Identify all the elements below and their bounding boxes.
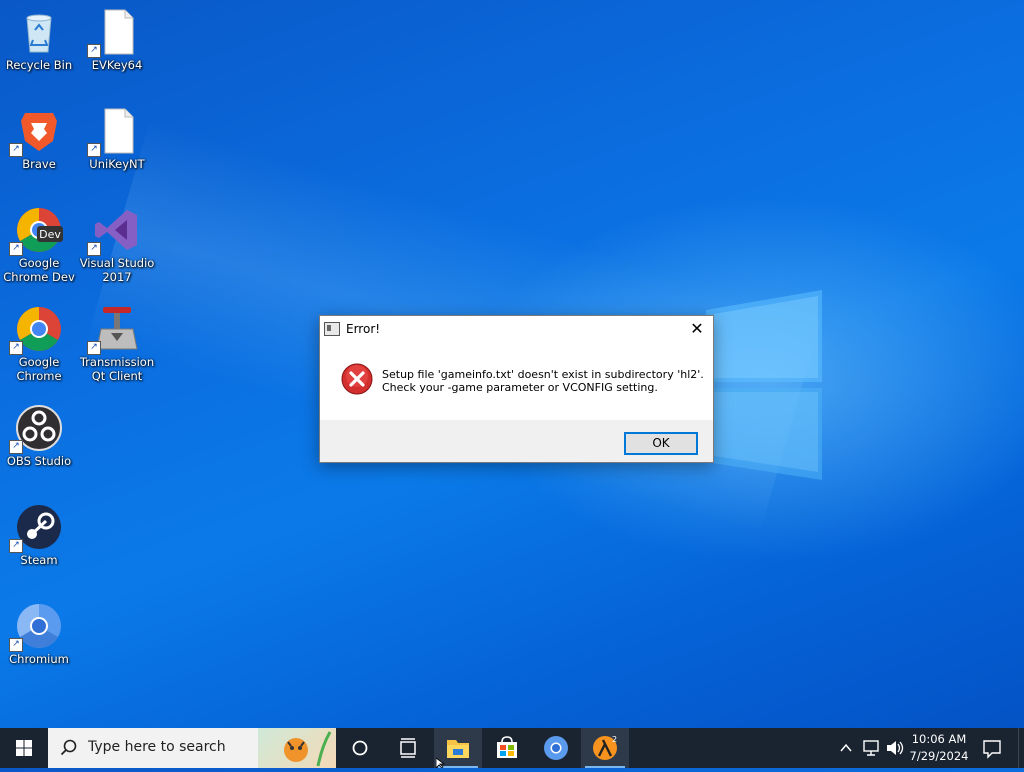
desktop-icon-unikeynt[interactable]: ↗ UniKeyNT: [79, 107, 155, 171]
desktop-icon-chromium[interactable]: ↗ Chromium: [1, 602, 77, 666]
desktop-icon-visual-studio-2017[interactable]: ↗ Visual Studio 2017: [79, 206, 155, 284]
chromium-icon: ↗: [9, 602, 63, 652]
file-icon: ↗: [87, 107, 141, 157]
steam-icon: ↗: [9, 503, 63, 553]
speaker-icon: [887, 741, 904, 755]
message-line-2: Check your -game parameter or VCONFIG se…: [382, 381, 658, 394]
task-view-button[interactable]: [384, 728, 432, 768]
microsoft-store-icon: [497, 736, 517, 758]
start-button[interactable]: [0, 728, 48, 768]
search-highlight-tiger-image: [258, 728, 336, 768]
file-icon: ↗: [87, 8, 141, 58]
search-icon: [60, 739, 77, 756]
desktop-icon-recycle-bin[interactable]: Recycle Bin: [1, 8, 77, 72]
dialog-message: Setup file 'gameinfo.txt' doesn't exist …: [382, 368, 704, 394]
icon-label: UniKeyNT: [89, 157, 145, 171]
close-icon: ✕: [690, 319, 704, 338]
dialog-body: Setup file 'gameinfo.txt' doesn't exist …: [320, 342, 713, 420]
icon-label: Recycle Bin: [5, 58, 73, 72]
chevron-up-icon: [840, 743, 852, 752]
action-center-button[interactable]: [978, 728, 1006, 768]
mouse-cursor-icon: [436, 758, 446, 768]
desktop-icon-evkey64[interactable]: ↗ EVKey64: [79, 8, 155, 72]
chrome-icon: ↗: [9, 305, 63, 355]
windows-logo-wallpaper: [706, 290, 822, 480]
brave-icon: ↗: [9, 107, 63, 157]
error-dialog: Error! ✕ Setup file 'gameinfo.txt' doesn…: [319, 315, 714, 463]
svg-text:2: 2: [612, 735, 617, 744]
search-placeholder: Type here to search: [88, 739, 226, 755]
taskbar-clock[interactable]: 10:06 AM 7/29/2024: [906, 731, 972, 765]
notification-icon: [983, 740, 1001, 759]
clock-date: 7/29/2024: [909, 749, 969, 763]
shortcut-arrow-icon: ↗: [87, 341, 101, 355]
transmission-icon: ↗: [87, 305, 141, 355]
cortana-circle-icon: [352, 740, 368, 756]
icon-label: Google Chrome: [16, 355, 62, 383]
desktop-icon-brave[interactable]: ↗ Brave: [1, 107, 77, 171]
shortcut-arrow-icon: ↗: [87, 242, 101, 256]
dialog-footer: OK: [320, 420, 713, 462]
shortcut-arrow-icon: ↗: [9, 143, 23, 157]
taskbar-microsoft-store[interactable]: [483, 728, 531, 768]
app-window-icon: [324, 322, 340, 336]
shortcut-arrow-icon: ↗: [9, 341, 23, 355]
message-line-1: Setup file 'gameinfo.txt' doesn't exist …: [382, 368, 704, 381]
network-button[interactable]: [860, 728, 882, 768]
chrome-dev-icon: Dev ↗: [9, 206, 63, 256]
icon-label: Chromium: [9, 652, 69, 666]
shortcut-arrow-icon: ↗: [87, 44, 101, 58]
recycle-bin-icon: [15, 8, 63, 56]
windows-start-icon: [16, 740, 32, 756]
close-button[interactable]: ✕: [681, 316, 713, 342]
volume-button[interactable]: [884, 728, 906, 768]
icon-label: Transmission Qt Client: [79, 355, 155, 383]
visual-studio-icon: ↗: [87, 206, 141, 256]
show-desktop-button[interactable]: [1018, 728, 1024, 768]
icon-label: Brave: [22, 157, 56, 171]
dialog-title: Error!: [346, 322, 381, 336]
ok-button[interactable]: OK: [624, 432, 698, 455]
desktop-icon-steam[interactable]: ↗ Steam: [1, 503, 77, 567]
chromium-taskbar-icon: [544, 736, 568, 760]
error-icon: [341, 363, 373, 395]
taskbar: Type here to search 2 10:06 AM 7/29/2024: [0, 728, 1024, 768]
show-hidden-icons-button[interactable]: [836, 728, 856, 768]
taskbar-search-box[interactable]: Type here to search: [48, 728, 336, 768]
icon-label: EVKey64: [91, 58, 143, 72]
desktop-icon-transmission[interactable]: ↗ Transmission Qt Client: [79, 305, 155, 383]
obs-icon: ↗: [9, 404, 63, 454]
clock-time: 10:06 AM: [911, 732, 967, 746]
dialog-titlebar[interactable]: Error!: [320, 316, 713, 342]
desktop-icon-obs-studio[interactable]: ↗ OBS Studio: [1, 404, 77, 468]
svg-text:Dev: Dev: [39, 228, 61, 241]
shortcut-arrow-icon: ↗: [87, 143, 101, 157]
icon-label: Google Chrome Dev: [3, 256, 75, 284]
shortcut-arrow-icon: ↗: [9, 539, 23, 553]
network-icon: [863, 740, 879, 756]
task-view-icon: [400, 738, 416, 758]
desktop-icon-google-chrome-dev[interactable]: Dev ↗ Google Chrome Dev: [1, 206, 77, 284]
shortcut-arrow-icon: ↗: [9, 638, 23, 652]
icon-label: Visual Studio 2017: [79, 256, 155, 284]
taskbar-half-life-2[interactable]: 2: [581, 728, 629, 768]
half-life-lambda-icon: 2: [593, 735, 617, 760]
cortana-button[interactable]: [336, 728, 384, 768]
icon-label: Steam: [20, 553, 58, 567]
shortcut-arrow-icon: ↗: [9, 242, 23, 256]
taskbar-chromium[interactable]: [532, 728, 580, 768]
icon-label: OBS Studio: [6, 454, 72, 468]
shortcut-arrow-icon: ↗: [9, 440, 23, 454]
desktop-icon-google-chrome[interactable]: ↗ Google Chrome: [1, 305, 77, 383]
